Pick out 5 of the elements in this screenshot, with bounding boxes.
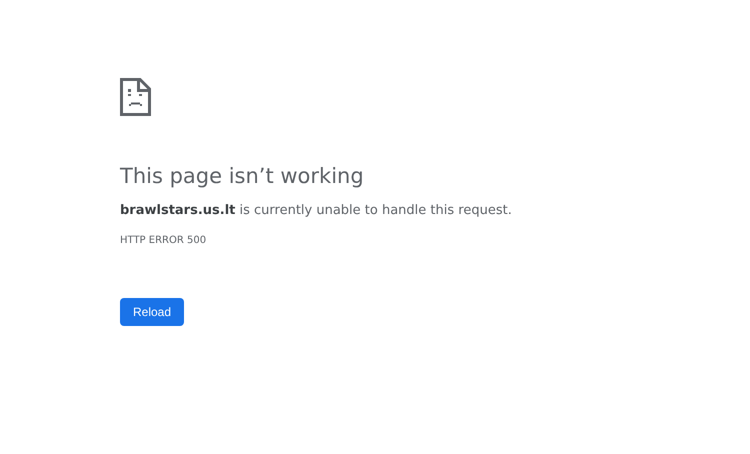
error-code: HTTP ERROR 500 bbox=[120, 234, 206, 248]
error-heading: This page isn’t working bbox=[120, 163, 364, 190]
error-message: brawlstars.us.lt is currently unable to handle this request. bbox=[120, 202, 512, 220]
reload-button[interactable]: Reload bbox=[120, 298, 184, 326]
sad-page-icon bbox=[120, 78, 151, 116]
